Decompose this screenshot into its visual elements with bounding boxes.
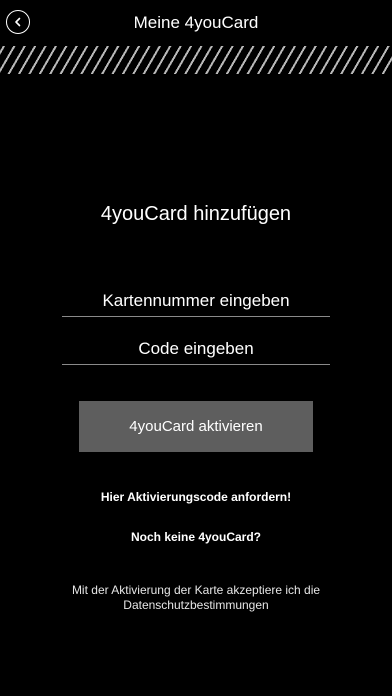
privacy-consent-line: Mit der Aktivierung der Karte akzeptiere… [71, 583, 321, 597]
header: Meine 4youCard [0, 0, 392, 46]
card-number-input[interactable] [62, 286, 330, 316]
card-number-field-container [62, 286, 330, 317]
decorative-stripe-band [0, 46, 392, 74]
page-title: Meine 4youCard [133, 13, 259, 32]
code-field-container [62, 334, 330, 365]
section-title: 4youCard hinzufügen [100, 203, 292, 225]
code-input[interactable] [62, 334, 330, 364]
request-activation-code-link[interactable]: Hier Aktivierungscode anfordern! [0, 489, 392, 505]
activate-card-button[interactable]: 4youCard aktivieren [79, 401, 313, 452]
privacy-policy-link[interactable]: Datenschutzbestimmungen [40, 598, 352, 613]
no-card-link[interactable]: Noch keine 4youCard? [0, 529, 392, 545]
privacy-consent-text: Mit der Aktivierung der Karte akzeptiere… [40, 583, 352, 613]
